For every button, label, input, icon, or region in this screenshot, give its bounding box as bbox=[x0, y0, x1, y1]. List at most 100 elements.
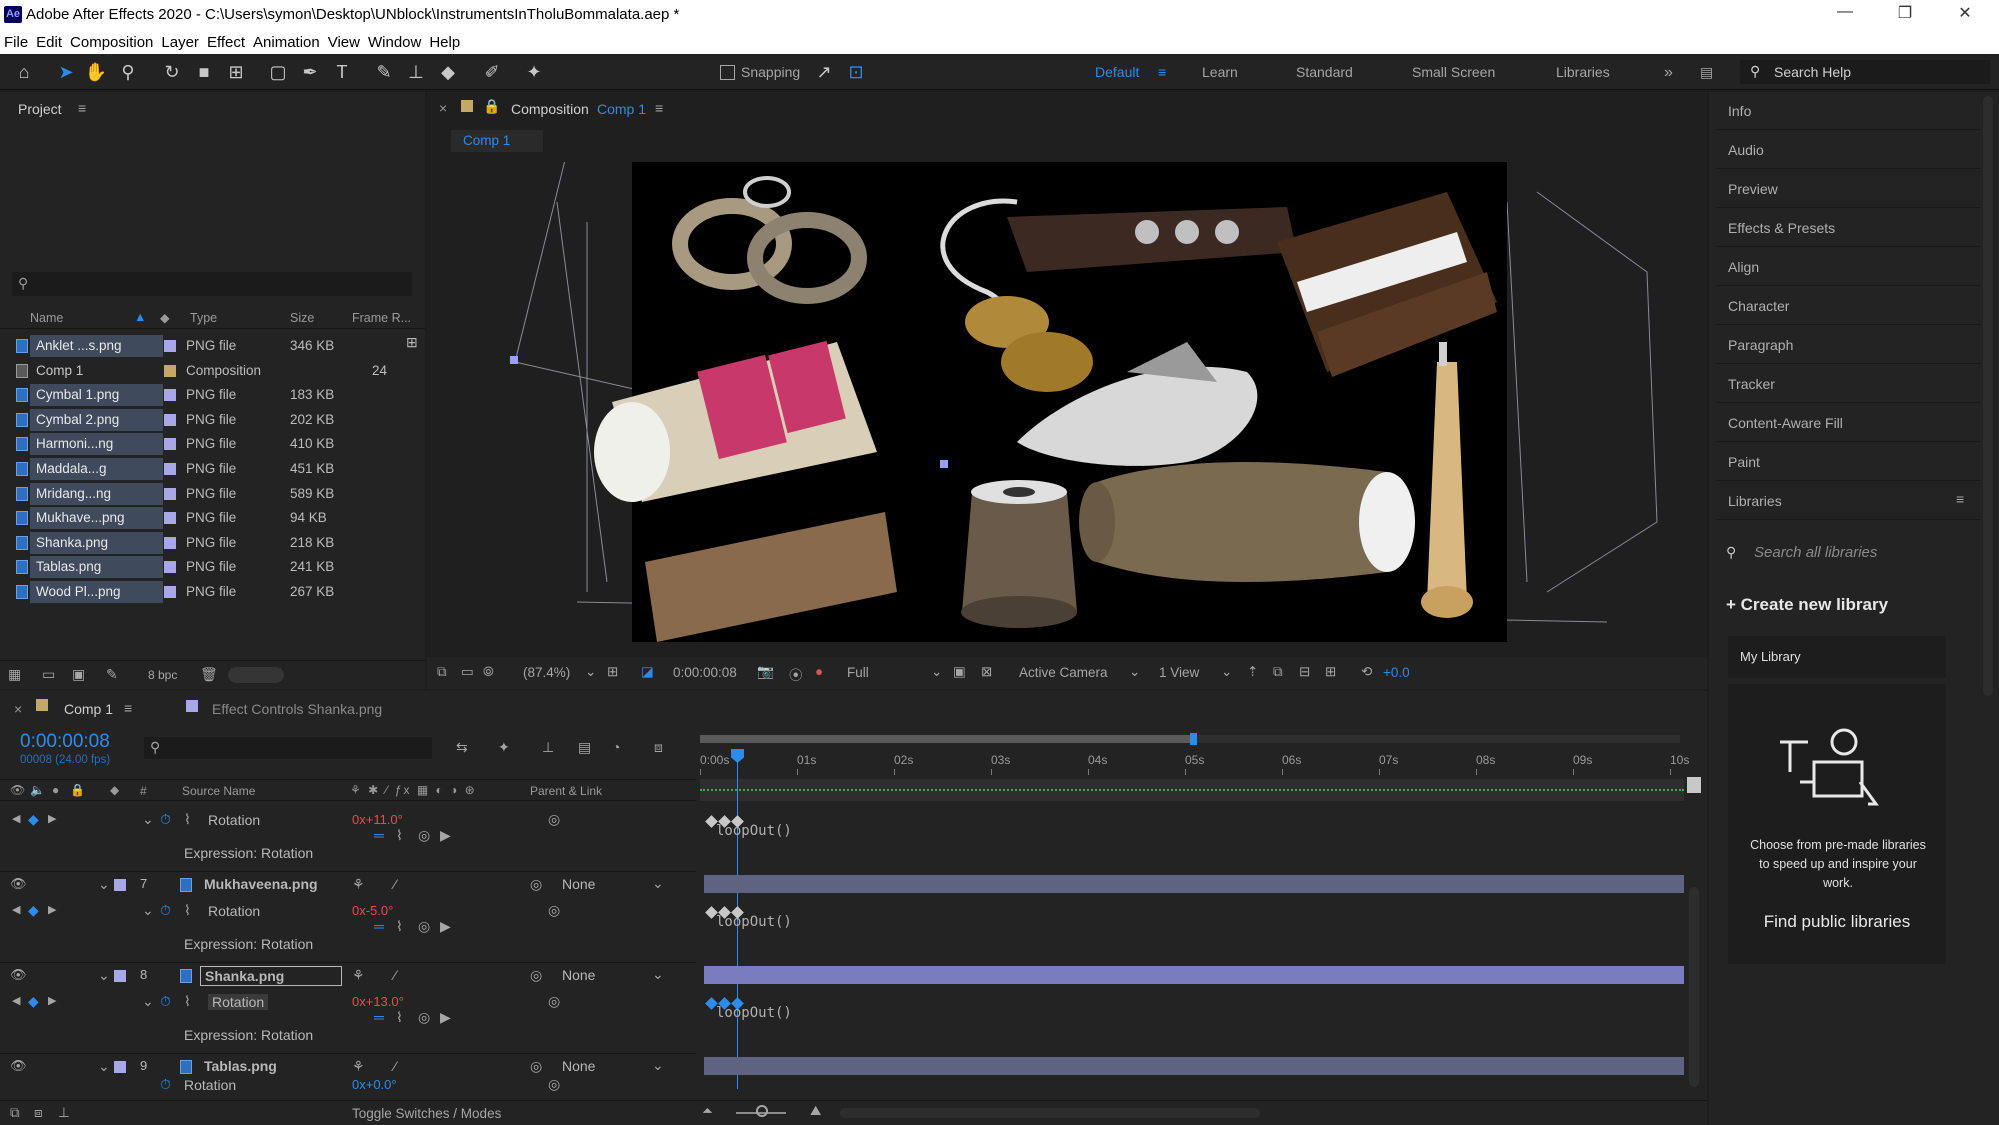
label-color-swatch[interactable] bbox=[164, 561, 176, 574]
fast-preview-icon[interactable]: ⧉ bbox=[1273, 664, 1283, 680]
panel-libraries[interactable]: Libraries bbox=[1716, 482, 1981, 520]
enable-expression-icon[interactable]: ═ bbox=[374, 918, 384, 934]
flowchart-icon[interactable]: ⊞ bbox=[406, 334, 418, 351]
chevron-down-icon[interactable]: ⌄ bbox=[652, 875, 664, 892]
project-item[interactable]: Anklet ...s.png PNG file 346 KB bbox=[12, 334, 400, 358]
rotation-value[interactable]: 0x+11.0° bbox=[352, 812, 403, 827]
workspace-default[interactable]: Default bbox=[1095, 64, 1139, 80]
expression-editor[interactable]: loopOut() bbox=[716, 823, 792, 839]
timeline-tab-comp-1[interactable]: Comp 1 bbox=[64, 701, 113, 717]
resolution-select[interactable]: Full bbox=[847, 665, 869, 680]
sort-ascending-icon[interactable]: ▲ bbox=[134, 310, 146, 324]
work-area-range[interactable] bbox=[700, 735, 1196, 743]
parent-select[interactable]: None bbox=[562, 967, 595, 983]
new-composition-icon[interactable]: ▣ bbox=[72, 666, 85, 683]
expression-graph-icon[interactable]: ⌇ bbox=[396, 918, 403, 935]
graph-editor-icon[interactable]: ⧈ bbox=[654, 739, 663, 756]
roto-brush-tool-icon[interactable]: ✐ bbox=[480, 60, 504, 84]
project-item[interactable]: Mukhave...png PNG file 94 KB bbox=[12, 506, 400, 530]
next-keyframe-icon[interactable]: ▶ bbox=[48, 903, 56, 916]
layer-name[interactable]: Tablas.png bbox=[200, 1057, 281, 1075]
stopwatch-icon[interactable]: ⏱ bbox=[160, 811, 171, 828]
my-library-item[interactable]: My Library bbox=[1728, 636, 1946, 678]
visibility-eye-icon[interactable]: 👁 bbox=[10, 876, 27, 892]
twirl-down-icon[interactable]: ⌄ bbox=[98, 967, 110, 984]
frame-blending-icon[interactable]: ▤ bbox=[578, 739, 591, 756]
project-search-input[interactable]: ⚲ bbox=[12, 272, 412, 296]
composition-viewer[interactable] bbox=[427, 162, 1707, 652]
menu-window[interactable]: Window bbox=[364, 30, 425, 51]
project-item[interactable]: Maddala...g PNG file 451 KB bbox=[12, 457, 400, 481]
workspace-small-screen[interactable]: Small Screen bbox=[1412, 64, 1495, 80]
visibility-eye-icon[interactable]: 👁 bbox=[10, 967, 27, 983]
panel-tracker[interactable]: Tracker bbox=[1716, 365, 1981, 403]
snap-edges-icon[interactable]: ↗ bbox=[812, 60, 836, 84]
color-channel-icon[interactable]: ● bbox=[815, 664, 823, 679]
stopwatch-icon[interactable]: ⏱ bbox=[160, 902, 171, 919]
stopwatch-icon[interactable]: ⏱ bbox=[160, 1076, 171, 1093]
snapping-checkbox[interactable] bbox=[720, 65, 735, 80]
layer-duration-bar[interactable] bbox=[704, 1057, 1684, 1075]
collapse-switch-icon[interactable]: ⚘ bbox=[352, 1058, 365, 1075]
panel-menu-icon[interactable]: ≡ bbox=[78, 100, 86, 116]
next-keyframe-icon[interactable]: ▶ bbox=[48, 994, 56, 1007]
chevron-down-icon[interactable]: ⌄ bbox=[585, 664, 596, 680]
fit-icon[interactable]: ⊞ bbox=[607, 664, 618, 680]
prev-keyframe-icon[interactable]: ◀ bbox=[12, 994, 20, 1007]
library-search-input[interactable]: ⚲ Search all libraries bbox=[1726, 540, 1966, 566]
right-panel-scrollbar[interactable] bbox=[1983, 96, 1993, 696]
thumbnail-slider[interactable] bbox=[228, 667, 284, 683]
project-item[interactable]: Shanka.png PNG file 218 KB bbox=[12, 531, 400, 555]
expression-language-menu-icon[interactable]: ▶ bbox=[440, 1009, 451, 1026]
menu-view[interactable]: View bbox=[324, 30, 364, 51]
expression-language-menu-icon[interactable]: ▶ bbox=[440, 918, 451, 935]
minimize-icon[interactable]: — bbox=[1825, 3, 1865, 21]
pick-whip-icon[interactable]: ◎ bbox=[548, 1076, 560, 1093]
video-switch-icon[interactable]: 👁 bbox=[10, 783, 25, 797]
type-tool-icon[interactable]: T bbox=[330, 60, 354, 84]
brush-tool-icon[interactable]: ✎ bbox=[372, 60, 396, 84]
flowchart-icon[interactable]: ⊞ bbox=[1325, 664, 1336, 680]
exposure-value[interactable]: +0.0 bbox=[1383, 665, 1410, 680]
snap-features-icon[interactable]: ⊡ bbox=[844, 60, 868, 84]
draft-3d-icon[interactable]: ✦ bbox=[498, 739, 510, 756]
rotation-property-row[interactable]: ⏱ Rotation 0x+0.0° ◎ bbox=[0, 1074, 696, 1098]
twirl-down-icon[interactable]: ⌄ bbox=[98, 1058, 110, 1075]
zoom-in-icon[interactable]: ⛰ bbox=[810, 1103, 821, 1119]
chevron-down-icon[interactable]: ⌄ bbox=[931, 664, 942, 680]
workspace-menu-icon[interactable]: ≡ bbox=[1158, 64, 1166, 80]
col-type[interactable]: Type bbox=[190, 311, 217, 325]
col-size[interactable]: Size bbox=[290, 311, 314, 325]
search-help-input[interactable]: ⚲ Search Help bbox=[1740, 60, 1990, 84]
layer-label-color[interactable] bbox=[114, 970, 126, 982]
rotation-value[interactable]: 0x+0.0° bbox=[352, 1077, 397, 1092]
project-item[interactable]: Wood Pl...png PNG file 267 KB bbox=[12, 580, 400, 604]
expression-editor[interactable]: loopOut() bbox=[716, 914, 792, 930]
audio-switch-icon[interactable]: 🔈 bbox=[30, 783, 45, 797]
home-icon[interactable]: ⌂ bbox=[12, 60, 36, 84]
label-color-swatch[interactable] bbox=[164, 413, 176, 426]
timeline-vertical-scrollbar[interactable] bbox=[1689, 887, 1699, 1087]
project-item[interactable]: Cymbal 2.png PNG file 202 KB bbox=[12, 408, 400, 432]
quality-switch-icon[interactable]: ⁄ bbox=[394, 1058, 396, 1074]
expression-editor[interactable]: loopOut() bbox=[716, 1005, 792, 1021]
toggle-switches-modes-button[interactable]: Toggle Switches / Modes bbox=[352, 1106, 501, 1121]
work-area-bar[interactable] bbox=[700, 733, 1680, 745]
zoom-tool-icon[interactable]: ⚲ bbox=[116, 60, 140, 84]
add-keyframe-icon[interactable]: ◆ bbox=[28, 993, 39, 1010]
bit-depth-label[interactable]: 8 bpc bbox=[148, 668, 177, 682]
composition-mini-flowchart-icon[interactable]: ⇆ bbox=[456, 739, 468, 756]
label-color-swatch[interactable] bbox=[164, 536, 176, 549]
add-keyframe-icon[interactable]: ◆ bbox=[28, 902, 39, 919]
menu-layer[interactable]: Layer bbox=[157, 30, 203, 51]
panel-paint[interactable]: Paint bbox=[1716, 443, 1981, 481]
panel-menu-icon[interactable]: ≡ bbox=[1956, 491, 1964, 507]
view-layout-select[interactable]: 1 View bbox=[1159, 665, 1199, 680]
restore-icon[interactable]: ❐ bbox=[1885, 3, 1925, 23]
current-time-display[interactable]: 0:00:00:08 bbox=[673, 665, 737, 680]
region-of-interest-icon[interactable]: ▣ bbox=[953, 664, 966, 680]
work-area-end-handle[interactable] bbox=[1190, 733, 1197, 745]
timeline-current-time[interactable]: 0:00:00:08 bbox=[20, 731, 110, 753]
snapshot-icon[interactable]: 📷 bbox=[757, 664, 774, 680]
label-color-swatch[interactable] bbox=[164, 364, 176, 377]
